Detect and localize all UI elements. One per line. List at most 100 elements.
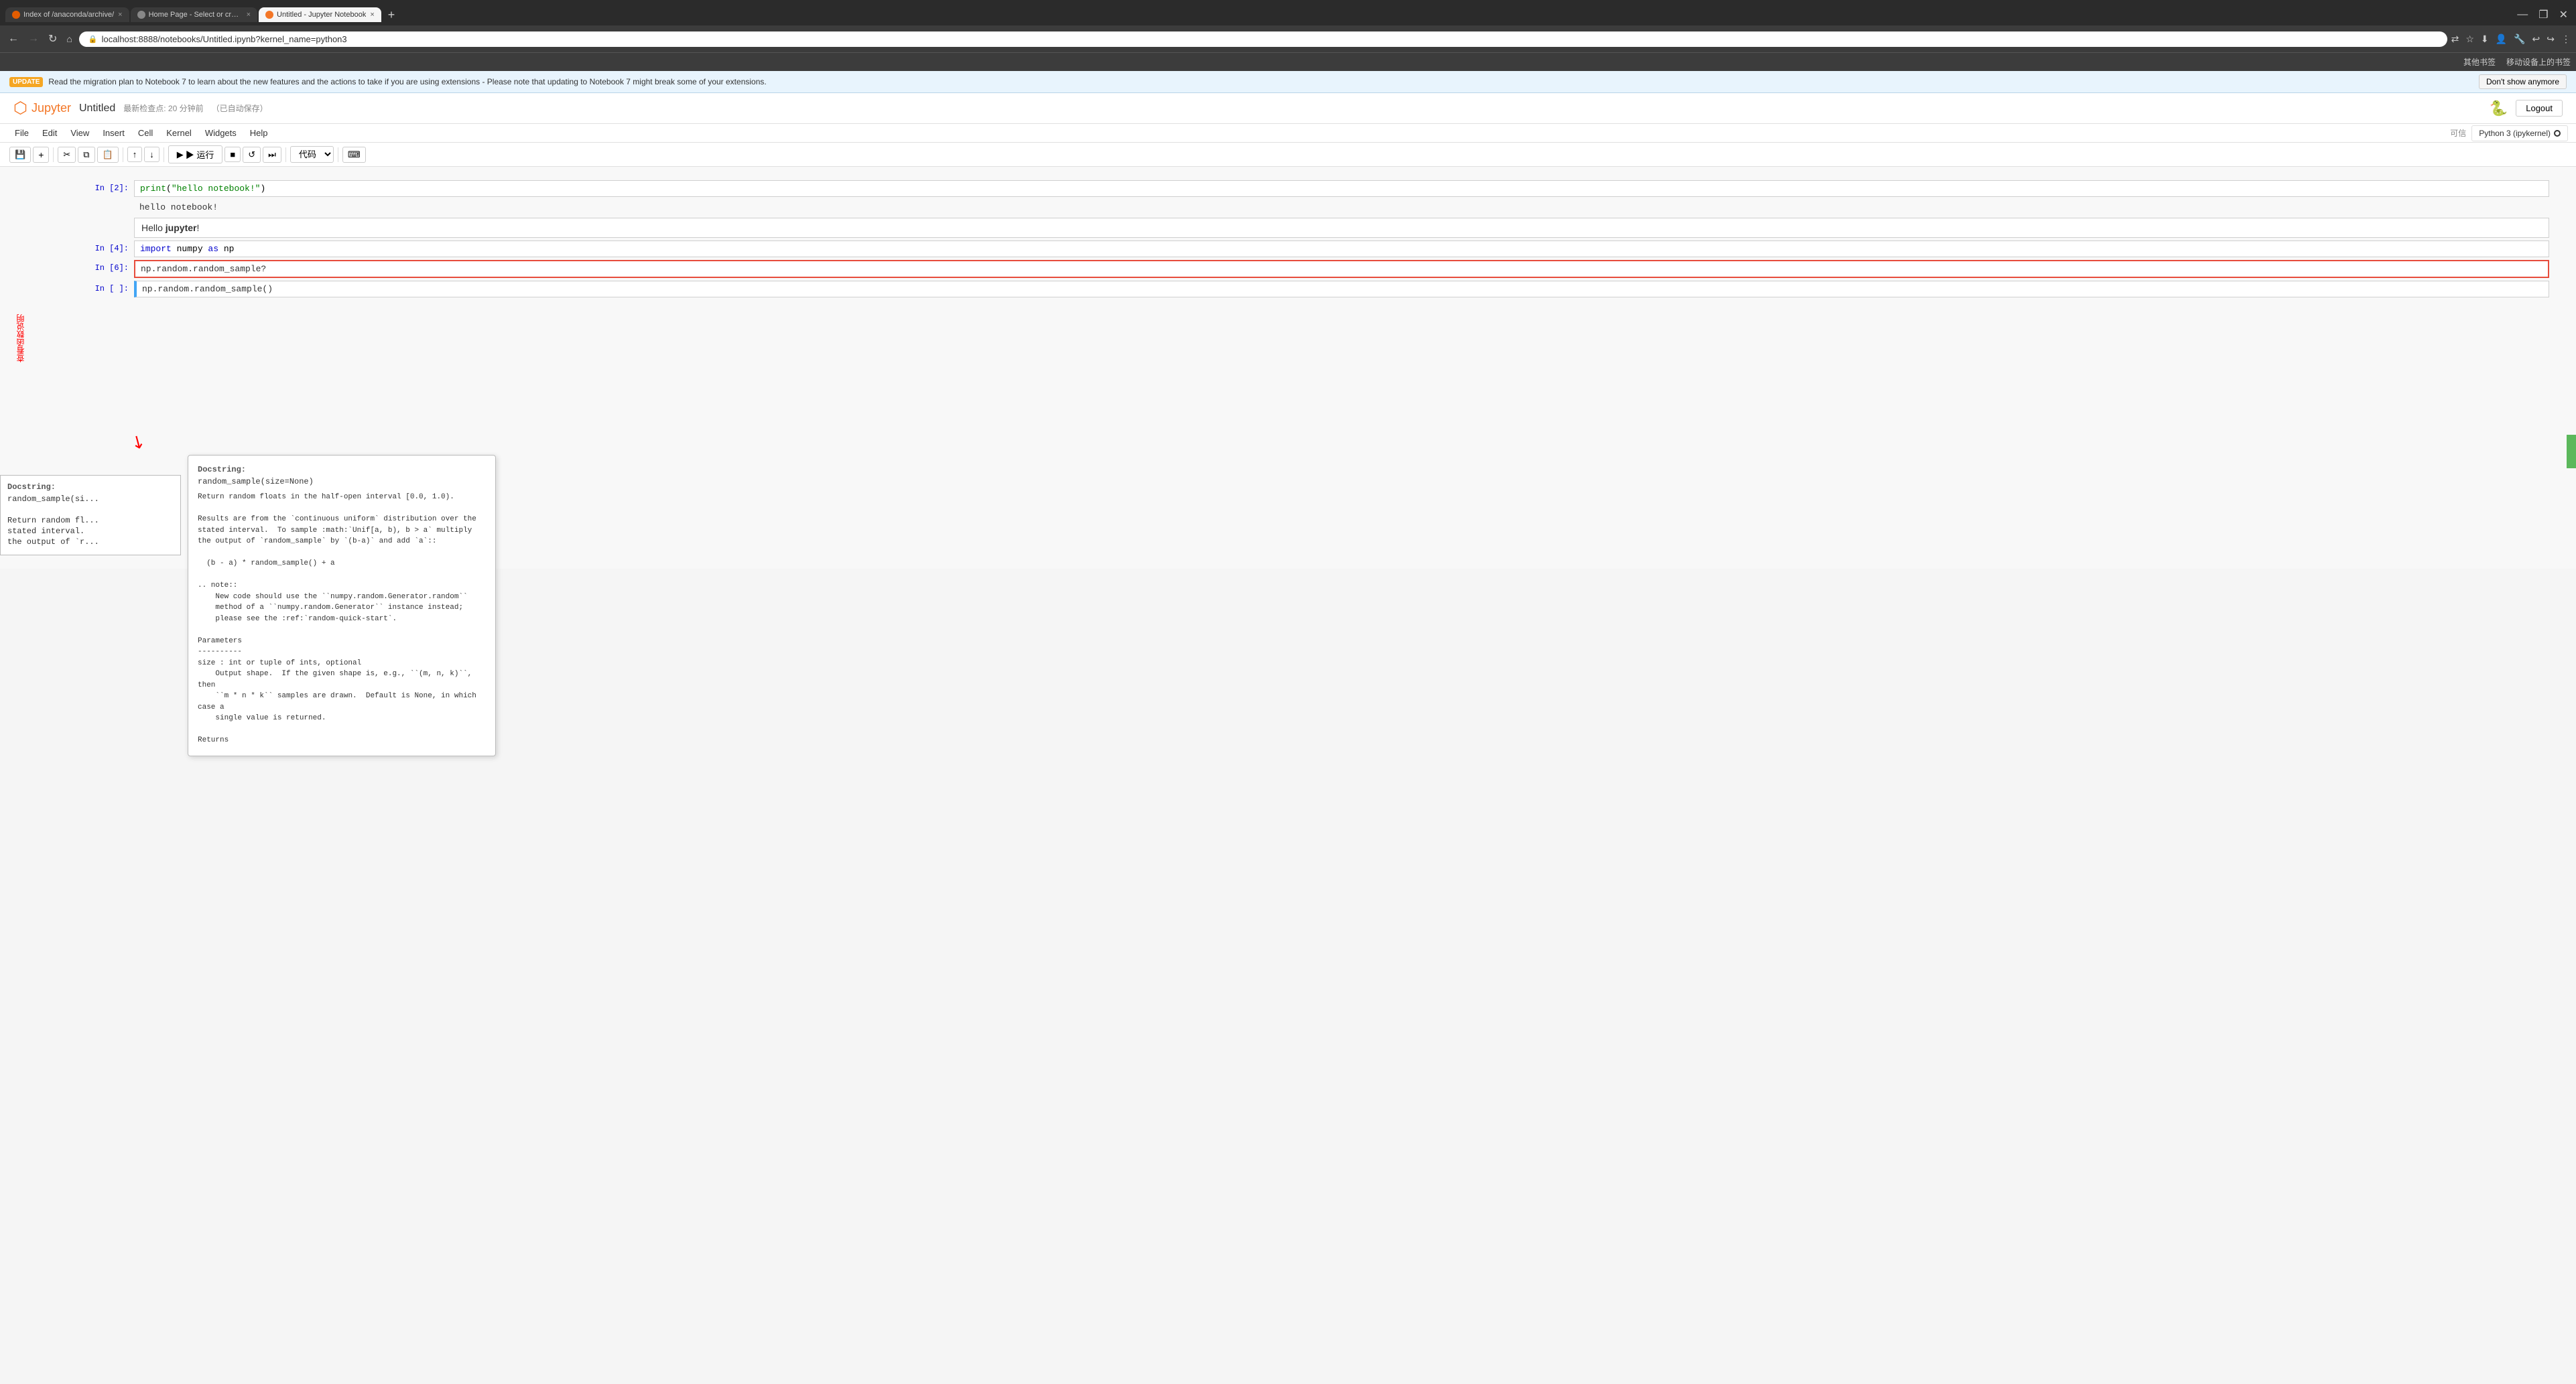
left-docstring-line4: stated interval. [7, 527, 174, 536]
save-button[interactable]: 💾 [9, 147, 31, 163]
right-scrollbar-button[interactable] [2567, 435, 2576, 468]
trusted-badge: 可信 [2445, 125, 2471, 141]
history-forward-icon[interactable]: ↪ [2547, 33, 2555, 45]
paste-button[interactable]: 📋 [97, 147, 119, 163]
copy-button[interactable]: ⧉ [78, 147, 94, 163]
kernel-info: Python 3 (ipykernel) [2471, 125, 2568, 141]
back-button[interactable]: ← [5, 30, 21, 48]
left-docstring-line3: Return random fl... [7, 516, 174, 525]
bookmarks-right: 其他书签 移动设备上的书签 [2463, 56, 2571, 68]
left-docstring-line5: the output of `r... [7, 537, 174, 547]
python-logo: 🐍 [2490, 100, 2508, 117]
toolbar-right-icons: ⇄ ☆ ⬇ 👤 🔧 ↩ ↪ ⋮ [2451, 33, 2571, 45]
menu-insert[interactable]: Insert [96, 124, 131, 142]
extension-icon[interactable]: 🔧 [2514, 33, 2525, 45]
cell-type-select[interactable]: 代码 [290, 146, 334, 163]
restart-button[interactable]: ↺ [243, 147, 261, 163]
tab-2[interactable]: Home Page - Select or create × [131, 7, 257, 22]
mobile-bookmarks[interactable]: 移动设备上的书签 [2506, 56, 2571, 68]
notebook-title[interactable]: Untitled [79, 102, 115, 115]
autosave-info: （已自动保存） [212, 102, 268, 114]
download-icon[interactable]: ⬇ [2481, 33, 2489, 45]
stop-button[interactable]: ■ [224, 147, 241, 162]
more-icon[interactable]: ⋮ [2561, 33, 2571, 45]
keyboard-button[interactable]: ⌨ [342, 147, 366, 163]
jupyter-header: ⬡ Jupyter Untitled 最新检查点: 20 分钟前 （已自动保存）… [0, 93, 2576, 124]
code-cell-active[interactable]: np.random.random_sample() [134, 281, 2549, 297]
output-row-1: hello notebook! [0, 200, 2576, 215]
left-docstring-blank [7, 505, 174, 514]
address-bar: ← → ↻ ⌂ 🔒 localhost:8888/notebooks/Untit… [0, 25, 2576, 52]
tab-2-close[interactable]: × [247, 11, 251, 19]
tab-1-favicon [12, 11, 20, 19]
history-back-icon[interactable]: ↩ [2532, 33, 2540, 45]
code-cell-4[interactable]: import numpy as np [134, 240, 2549, 257]
jupyter-container: ⬡ Jupyter Untitled 最新检查点: 20 分钟前 （已自动保存）… [0, 93, 2576, 569]
cut-button[interactable]: ✂ [58, 147, 76, 163]
add-cell-button[interactable]: + [33, 147, 49, 163]
jupyter-logo: ⬡ Jupyter [13, 98, 71, 118]
tab-bar: Index of /anaconda/archive/ × Home Page … [0, 0, 2576, 25]
other-bookmarks[interactable]: 其他书签 [2463, 56, 2496, 68]
sidebar-hint-text: 查看函数说明 [15, 314, 26, 362]
code-cell-6[interactable]: np.random.random_sample? [134, 260, 2549, 278]
logout-button[interactable]: Logout [2516, 100, 2563, 117]
run-button[interactable]: ▶ ▶ 运行 [168, 145, 223, 163]
cell-row-1: In [2]: print("hello notebook!") [0, 180, 2576, 197]
menu-view[interactable]: View [64, 124, 96, 142]
left-docstring-panel: Docstring: random_sample(si... Return ra… [0, 475, 181, 555]
tab-2-favicon [137, 11, 145, 19]
cell-row-active: In [ ]: np.random.random_sample() 2 方法二：… [0, 281, 2576, 297]
run-icon: ▶ [177, 149, 184, 160]
output-1: hello notebook! [134, 200, 223, 215]
left-docstring-title: Docstring: [7, 482, 174, 492]
forward-button[interactable]: → [25, 30, 42, 48]
code-cell-1[interactable]: print("hello notebook!") [134, 180, 2549, 197]
menu-cell[interactable]: Cell [131, 124, 159, 142]
menu-kernel[interactable]: Kernel [159, 124, 198, 142]
url-text: localhost:8888/notebooks/Untitled.ipynb?… [102, 34, 347, 44]
restore-icon[interactable]: ❐ [2538, 8, 2548, 21]
minimize-icon[interactable]: — [2517, 9, 2528, 21]
docstring-popup: Docstring: random_sample(size=None) Retu… [188, 455, 496, 756]
home-button[interactable]: ⌂ [64, 31, 74, 47]
cell-row-4: In [4]: import numpy as np [0, 240, 2576, 257]
cell-row-markdown: Hello jupyter! [0, 218, 2576, 238]
menu-file[interactable]: File [8, 124, 36, 142]
close-icon[interactable]: ✕ [2559, 8, 2568, 21]
jupyter-brand: Jupyter [31, 101, 71, 115]
menu-edit[interactable]: Edit [36, 124, 64, 142]
dont-show-button[interactable]: Don't show anymore [2479, 74, 2567, 89]
tab-2-title: Home Page - Select or create [149, 11, 243, 19]
docstring-body: Return random floats in the half-open in… [198, 492, 486, 746]
new-tab-button[interactable]: + [383, 8, 401, 22]
move-down-button[interactable]: ↓ [144, 147, 159, 162]
kernel-label: Python 3 (ipykernel) [2479, 129, 2551, 138]
docstring-title: Docstring: [198, 465, 486, 474]
update-tag: UPDATE [9, 77, 43, 87]
tab-1[interactable]: Index of /anaconda/archive/ × [5, 7, 129, 22]
cell-row-6: In [6]: np.random.random_sample? 1 方法一：在… [0, 260, 2576, 278]
translate-icon[interactable]: ⇄ [2451, 33, 2459, 45]
menu-widgets[interactable]: Widgets [198, 124, 243, 142]
run-label: ▶ 运行 [186, 148, 214, 161]
bookmark-icon[interactable]: ☆ [2465, 33, 2474, 45]
refresh-button[interactable]: ↻ [46, 29, 60, 48]
tab-1-close[interactable]: × [118, 11, 122, 19]
toolbar: 💾 + ✂ ⧉ 📋 ↑ ↓ ▶ ▶ 运行 ■ ↺ ⏭ 代码 ⌨ [0, 143, 2576, 167]
prompt-1: In [2]: [80, 180, 134, 193]
menu-bar: File Edit View Insert Cell Kernel Widget… [0, 124, 2576, 143]
tab-3-active[interactable]: Untitled - Jupyter Notebook × [259, 7, 381, 22]
menu-help[interactable]: Help [243, 124, 275, 142]
kernel-circle [2554, 130, 2561, 137]
update-text: Read the migration plan to Notebook 7 to… [48, 77, 766, 86]
checkpoint-info: 最新检查点: 20 分钟前 [123, 102, 203, 114]
tab-3-close[interactable]: × [370, 11, 374, 19]
move-up-button[interactable]: ↑ [127, 147, 143, 162]
markdown-cell[interactable]: Hello jupyter! [134, 218, 2549, 238]
run-all-button[interactable]: ⏭ [263, 147, 281, 163]
docstring-signature: random_sample(size=None) [198, 477, 486, 486]
account-icon[interactable]: 👤 [2496, 33, 2507, 45]
url-box[interactable]: 🔒 localhost:8888/notebooks/Untitled.ipyn… [79, 31, 2447, 47]
left-docstring-line1: random_sample(si... [7, 494, 174, 504]
